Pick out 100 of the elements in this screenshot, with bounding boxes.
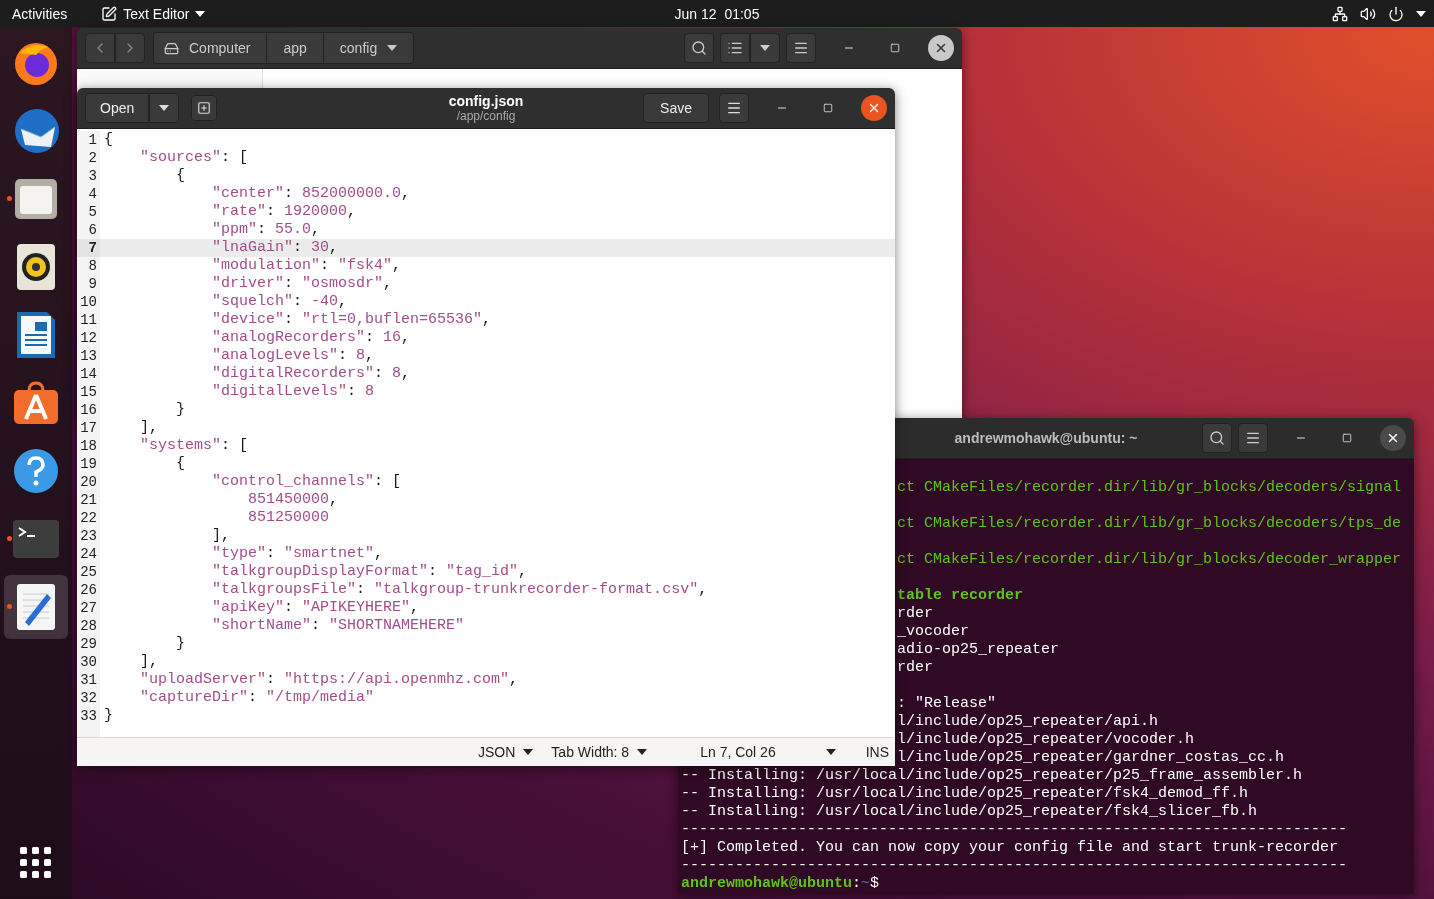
line-number: 2 [77, 149, 100, 167]
line-number: 20 [77, 473, 100, 491]
line-number: 4 [77, 185, 100, 203]
menu-button[interactable] [786, 33, 816, 63]
forward-button[interactable] [115, 33, 145, 63]
new-tab-icon [197, 101, 212, 115]
code-line: "device": "rtl=0,buflen=65536", [211, 311, 492, 329]
code-line: { [103, 131, 113, 149]
new-tab-button[interactable] [191, 95, 218, 121]
code-line: "rate": 1920000, [211, 203, 357, 221]
line-number: 3 [77, 167, 100, 185]
code-line: "lnaGain": 30, [211, 239, 339, 257]
line-number: 29 [77, 635, 100, 653]
code-line: { [175, 455, 185, 473]
caret-icon [637, 749, 648, 755]
caret-icon [387, 45, 398, 51]
save-button[interactable]: Save [643, 93, 709, 123]
code-line: 851450000, [247, 491, 339, 509]
network-icon[interactable] [1332, 5, 1348, 22]
code-line: "digitalRecorders": 8, [211, 365, 411, 383]
language-selector[interactable]: JSON [478, 744, 534, 760]
power-icon[interactable] [1388, 5, 1404, 22]
terminal-line: l/include/op25_repeater/api.h [897, 713, 1159, 731]
folder-icon [14, 178, 58, 220]
search-icon [691, 40, 707, 56]
line-number: 11 [77, 311, 100, 329]
code-line: "control_channels": [ [211, 473, 402, 491]
list-view-button[interactable] [720, 33, 750, 63]
document-icon [17, 312, 55, 358]
terminal-line: -- Installing: /usr/local/include/op25_repeater/fsk4_slicer_fb.h [681, 803, 1258, 821]
code-line: "apiKey": "APIKEYHERE", [211, 599, 420, 617]
maximize-icon [1342, 433, 1352, 443]
close-button[interactable] [1380, 425, 1406, 451]
line-number: 21 [77, 491, 100, 509]
volume-icon[interactable] [1360, 5, 1376, 22]
close-icon [1386, 431, 1400, 445]
code-line: "modulation": "fsk4", [211, 257, 402, 275]
app-menu[interactable]: Text Editor [101, 5, 206, 22]
path-segment[interactable]: config [322, 33, 414, 63]
code-line: ], [139, 653, 158, 671]
speaker-icon [17, 244, 55, 290]
shell-prompt: andrewmohawk@ubuntu:~$ [681, 875, 880, 893]
terminal-line: adio-op25_repeater [897, 641, 1060, 659]
help-icon [13, 448, 59, 494]
open-button[interactable]: Open [85, 93, 150, 123]
close-icon [934, 41, 948, 55]
search-button[interactable] [1202, 423, 1232, 453]
code-line: "center": 852000000.0, [211, 185, 411, 203]
line-number: 23 [77, 527, 100, 545]
code-line: "digitalLevels": 8 [211, 383, 375, 401]
caret-icon [159, 105, 170, 111]
code-line: "uploadServer": "https://api.openmhz.com", [139, 671, 519, 689]
close-icon [867, 101, 881, 115]
close-button[interactable] [928, 35, 954, 61]
recent-files-button[interactable] [149, 93, 180, 123]
line-number: 28 [77, 617, 100, 635]
caret-icon [523, 749, 534, 755]
caret-icon [195, 10, 206, 17]
menu-icon [726, 100, 742, 116]
tab-width-selector[interactable]: Tab Width: 8 [551, 744, 648, 760]
line-number: 6 [77, 221, 100, 239]
cursor-position[interactable]: Ln 7, Col 26 [700, 744, 836, 760]
code-line: "analogRecorders": 16, [211, 329, 411, 347]
activities-button[interactable]: Activities [12, 5, 68, 22]
clock[interactable]: Jun 12 01:05 [674, 5, 760, 22]
insert-mode: INS [865, 744, 889, 760]
view-options-button[interactable] [750, 33, 780, 63]
menu-button[interactable] [719, 93, 749, 123]
terminal-line: -- Installing: /usr/local/include/op25_repeater/fsk4_demod_ff.h [681, 785, 1249, 803]
app-grid-icon[interactable] [20, 847, 52, 879]
line-number: 12 [77, 329, 100, 347]
code-line: "talkgroupsFile": "talkgroup-trunkrecorder-format.csv", [211, 581, 708, 599]
menu-button[interactable] [1238, 423, 1268, 453]
caret-icon [760, 45, 770, 51]
close-button[interactable] [861, 95, 887, 121]
terminal-icon [13, 520, 59, 558]
dock-item[interactable] [4, 575, 68, 639]
path-segment[interactable]: app [266, 33, 323, 63]
path-segment[interactable]: Computer [154, 33, 267, 63]
line-number: 25 [77, 563, 100, 581]
line-number: 30 [77, 653, 100, 671]
shopping-bag-icon [13, 381, 59, 425]
terminal-line: -------------------------------------------------------------------------- [681, 857, 1348, 875]
line-number: 18 [77, 437, 100, 455]
line-number: 16 [77, 401, 100, 419]
code-line: "ppm": 55.0, [211, 221, 321, 239]
terminal-line: rder [897, 605, 933, 623]
terminal-line: -------------------------------------------------------------------------- [681, 821, 1348, 839]
line-number: 27 [77, 599, 100, 617]
line-number: 17 [77, 419, 100, 437]
line-number: 22 [77, 509, 100, 527]
back-button[interactable] [85, 33, 115, 63]
line-number: 15 [77, 383, 100, 401]
search-button[interactable] [684, 33, 714, 63]
line-number: 31 [77, 671, 100, 689]
terminal-line: l/include/op25_repeater/gardner_costas_cc.h [897, 749, 1285, 767]
menu-icon [793, 40, 809, 56]
terminal-line: ct CMakeFiles/recorder.dir/lib/gr_blocks/decoders/tps_de [897, 515, 1402, 533]
search-icon [1209, 430, 1225, 446]
code-line: "shortName": "SHORTNAMEHERE" [211, 617, 465, 635]
